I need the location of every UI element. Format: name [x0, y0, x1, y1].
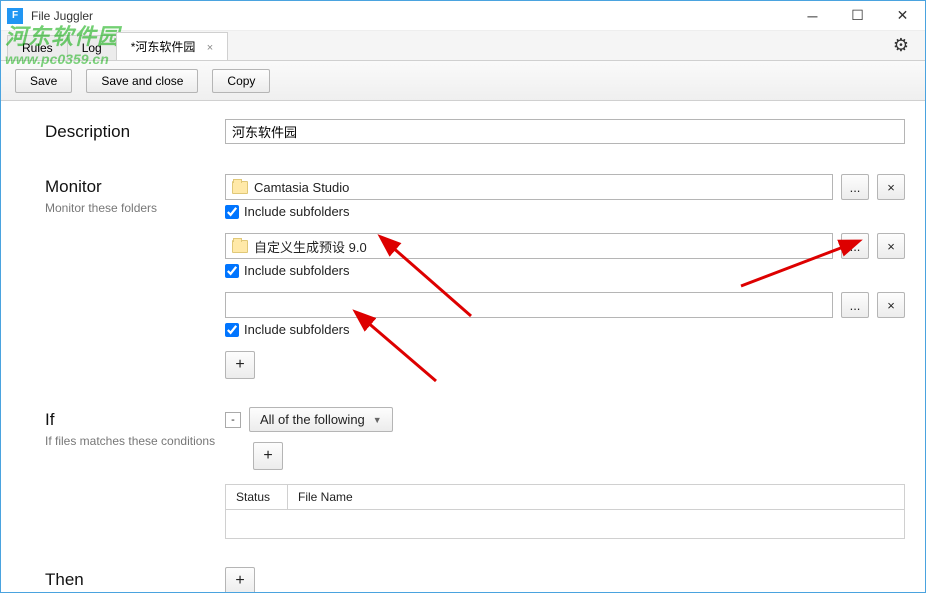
tab-log[interactable]: Log — [67, 35, 117, 60]
description-input[interactable] — [225, 119, 905, 144]
remove-folder-button[interactable]: × — [877, 174, 905, 200]
monitor-folder-row: ... × — [225, 292, 905, 318]
column-status[interactable]: Status — [226, 485, 288, 509]
folder-icon — [232, 181, 248, 194]
monitor-heading: Monitor — [45, 177, 225, 197]
include-subfolders-checkbox[interactable] — [225, 264, 239, 278]
browse-button[interactable]: ... — [841, 174, 869, 200]
if-heading: If — [45, 410, 225, 430]
description-heading: Description — [45, 122, 225, 142]
tab-close-icon[interactable]: × — [207, 42, 213, 54]
folder-icon — [232, 240, 248, 253]
window-title: File Juggler — [31, 9, 93, 23]
browse-button[interactable]: ... — [841, 233, 869, 259]
content-area: Description Monitor Monitor these folder… — [1, 101, 925, 592]
minimize-button[interactable]: ─ — [790, 1, 835, 31]
if-subtext: If files matches these conditions — [45, 434, 225, 448]
close-button[interactable]: ✕ — [880, 1, 925, 31]
include-subfolders-checkbox[interactable] — [225, 205, 239, 219]
tab-bar: Rules Log *河东软件园 × ⚙ — [1, 31, 925, 61]
tab-rule-editor[interactable]: *河东软件园 × — [116, 32, 228, 60]
folder-path-input[interactable]: 自定义生成预设 9.0 — [225, 233, 833, 259]
settings-gear-icon[interactable]: ⚙ — [893, 35, 909, 56]
include-subfolders-label: Include subfolders — [244, 204, 350, 219]
remove-folder-button[interactable]: × — [877, 292, 905, 318]
condition-mode-dropdown[interactable]: All of the following ▼ — [249, 407, 393, 432]
chevron-down-icon: ▼ — [373, 415, 382, 425]
title-bar: F File Juggler ─ ☐ ✕ — [1, 1, 925, 31]
folder-path-input[interactable] — [225, 292, 833, 318]
include-subfolders-label: Include subfolders — [244, 322, 350, 337]
toolbar: Save Save and close Copy — [1, 61, 925, 101]
add-folder-button[interactable]: + — [225, 351, 255, 379]
then-heading: Then — [45, 570, 225, 590]
save-button[interactable]: Save — [15, 69, 72, 93]
app-icon: F — [7, 8, 23, 24]
copy-button[interactable]: Copy — [212, 69, 270, 93]
add-condition-button[interactable]: + — [253, 442, 283, 470]
collapse-toggle[interactable]: - — [225, 412, 241, 428]
monitor-folder-row: 自定义生成预设 9.0 ... × — [225, 233, 905, 259]
maximize-button[interactable]: ☐ — [835, 1, 880, 31]
conditions-table: Status File Name — [225, 484, 905, 539]
save-close-button[interactable]: Save and close — [86, 69, 198, 93]
column-filename[interactable]: File Name — [288, 485, 904, 509]
table-body — [226, 510, 904, 538]
tab-rules[interactable]: Rules — [7, 35, 68, 60]
monitor-folder-row: Camtasia Studio ... × — [225, 174, 905, 200]
remove-folder-button[interactable]: × — [877, 233, 905, 259]
add-action-button[interactable]: + — [225, 567, 255, 592]
browse-button[interactable]: ... — [841, 292, 869, 318]
folder-path-input[interactable]: Camtasia Studio — [225, 174, 833, 200]
monitor-subtext: Monitor these folders — [45, 201, 225, 215]
include-subfolders-checkbox[interactable] — [225, 323, 239, 337]
include-subfolders-label: Include subfolders — [244, 263, 350, 278]
